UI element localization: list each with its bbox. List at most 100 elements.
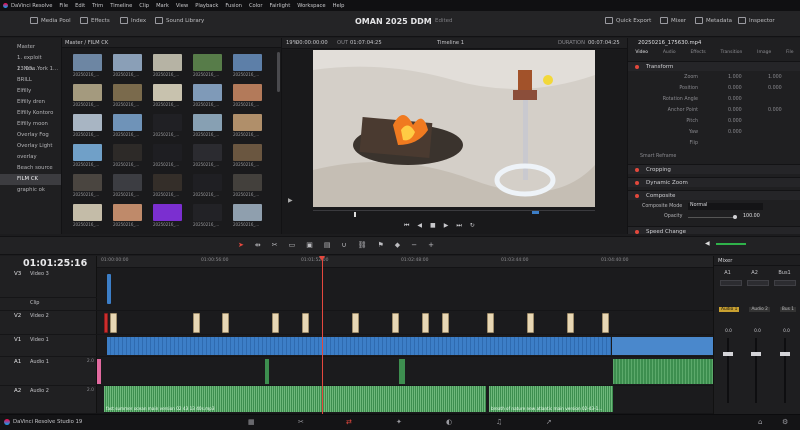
clip-thumbnail[interactable] [153,114,182,131]
menu-item-color[interactable]: Color [249,3,263,9]
transform-field-value[interactable]: 0.000 [728,108,742,113]
clip-thumbnail[interactable] [153,204,182,221]
audio-clip-music-2[interactable]: breath of nature new atlantic main versi… [489,386,613,412]
bin-item[interactable]: Overlay Light [0,141,61,152]
overlay-clip[interactable] [567,313,574,333]
mixer-input-button[interactable] [719,280,742,286]
clip-thumbnail[interactable] [153,174,182,191]
fader-handle-a2[interactable] [751,352,761,356]
transform-field-value[interactable]: 0.000 [768,86,782,91]
bin-item[interactable]: Elfilly [0,86,61,97]
menu-item-fusion[interactable]: Fusion [225,3,242,9]
track-header[interactable]: V3 Video 3 [0,269,97,298]
mixer-button[interactable]: Mixer [660,17,686,24]
clip-thumbnail[interactable] [193,174,222,191]
overlay-clip[interactable] [422,313,429,333]
overlay-clip[interactable] [104,313,108,333]
clip-thumbnail[interactable] [73,114,102,131]
speaker-icon[interactable]: ◀ [705,240,710,247]
media-pool-button[interactable]: Media Pool [30,17,71,24]
bin-item[interactable]: Elfilly moon [0,119,61,130]
cropping-section[interactable]: Cropping [628,164,800,174]
clip-thumbnail[interactable] [233,54,262,71]
loop-icon[interactable]: ↻ [470,222,475,230]
transform-field-value[interactable]: 1.000 [728,75,742,80]
opacity-slider-handle[interactable] [733,215,737,219]
replace-icon[interactable]: ▤ [324,241,331,249]
fader-track-a1[interactable] [727,338,729,403]
clip-thumbnail[interactable] [193,114,222,131]
transform-field-value[interactable]: 0.000 [728,130,742,135]
timeline-name-dropdown[interactable]: Timeline 1 [437,38,464,48]
clip-thumbnail[interactable] [113,84,142,101]
clip-thumbnail[interactable] [73,54,102,71]
menu-item-app[interactable]: DaVinci Resolve [11,3,52,9]
clip-thumbnail[interactable] [193,144,222,161]
zoom-in-icon[interactable]: + [428,241,434,249]
clip-thumbnail[interactable] [113,204,142,221]
forward-icon[interactable]: ⏭ [456,222,461,230]
overlay-clip[interactable] [110,313,117,333]
bin-item[interactable]: 1. exploit 13.03... [0,53,61,72]
menu-item-edit[interactable]: Edit [75,3,85,9]
clip-thumbnail[interactable] [113,114,142,131]
audio-clip[interactable] [613,359,713,384]
effects-button[interactable]: Effects [80,17,110,24]
settings-icon[interactable]: ⚙ [782,418,788,426]
menu-item-timeline[interactable]: Timeline [110,3,132,9]
clip-thumbnail[interactable] [113,144,142,161]
clip-thumbnail[interactable] [113,54,142,71]
video-clip[interactable] [612,337,713,355]
timeline-area[interactable]: 01:00:00:00 01:00:56:00 01:01:52:00 01:0… [97,256,713,414]
fader-track-bus1[interactable] [784,338,786,403]
clip-thumbnail[interactable] [193,54,222,71]
bin-item[interactable]: 2. New York 1... [0,64,61,75]
timeline-timecode[interactable]: 01:01:25:16 [23,258,87,269]
track-header[interactable]: V1 Video 1 [0,335,97,357]
mixer-input-button[interactable] [746,280,769,286]
transform-field-value[interactable]: 0.000 [768,108,782,113]
fairlight-page-icon[interactable]: ♫ [496,418,502,426]
volume-slider[interactable] [716,243,746,245]
track-header[interactable]: A2 Audio 2 2.0 [0,386,97,414]
video-frame[interactable] [313,50,595,207]
clip-thumbnail[interactable] [233,114,262,131]
menu-item-trim[interactable]: Trim [92,3,103,9]
transform-field-value[interactable]: 1.000 [768,75,782,80]
scrubber-handle[interactable] [354,212,356,217]
stop-icon[interactable]: ■ [430,222,436,230]
clip-thumbnail[interactable] [193,204,222,221]
viewer-scrubber[interactable] [313,210,595,211]
overwrite-icon[interactable]: ▣ [306,241,313,249]
composite-section[interactable]: Composite [628,190,800,200]
snapping-icon[interactable]: ∪ [342,241,347,249]
bin-item[interactable]: BRILL [0,75,61,86]
menu-item-playback[interactable]: Playback [195,3,218,9]
clip-thumbnail[interactable] [73,144,102,161]
fader-handle-bus1[interactable] [780,352,790,356]
dynamic-zoom-section[interactable]: Dynamic Zoom [628,177,800,187]
quick-export-button[interactable]: Quick Export [605,17,651,24]
smart-reframe[interactable]: Smart Reframe [640,154,676,159]
marker-icon[interactable]: ◆ [395,241,400,249]
clip-thumbnail[interactable] [113,174,142,191]
menu-item-mark[interactable]: Mark [156,3,169,9]
media-page-icon[interactable]: ▦ [248,418,255,426]
bin-item[interactable]: overlay [0,152,61,163]
bin-item[interactable]: Overlay Fog [0,130,61,141]
clip-thumbnail[interactable] [193,84,222,101]
menu-item-clip[interactable]: Clip [139,3,149,9]
overlay-clip[interactable] [222,313,229,333]
metadata-button[interactable]: Metadata [695,17,732,24]
home-icon[interactable]: ⌂ [758,418,762,426]
menu-item-help[interactable]: Help [333,3,345,9]
clip-thumbnail[interactable] [153,54,182,71]
cut-page-icon[interactable]: ✂ [298,418,304,426]
clip-thumbnail[interactable] [233,144,262,161]
overlay-clip[interactable] [302,313,309,333]
edit-page-icon[interactable]: ⇄ [346,418,352,426]
audio-clip-music-1[interactable]: fast summer ocean main version 02 43 13 … [104,386,486,412]
transform-field-value[interactable]: 0.000 [728,97,742,102]
composite-mode-select[interactable]: Normal [688,203,763,210]
opacity-slider[interactable] [688,217,736,218]
